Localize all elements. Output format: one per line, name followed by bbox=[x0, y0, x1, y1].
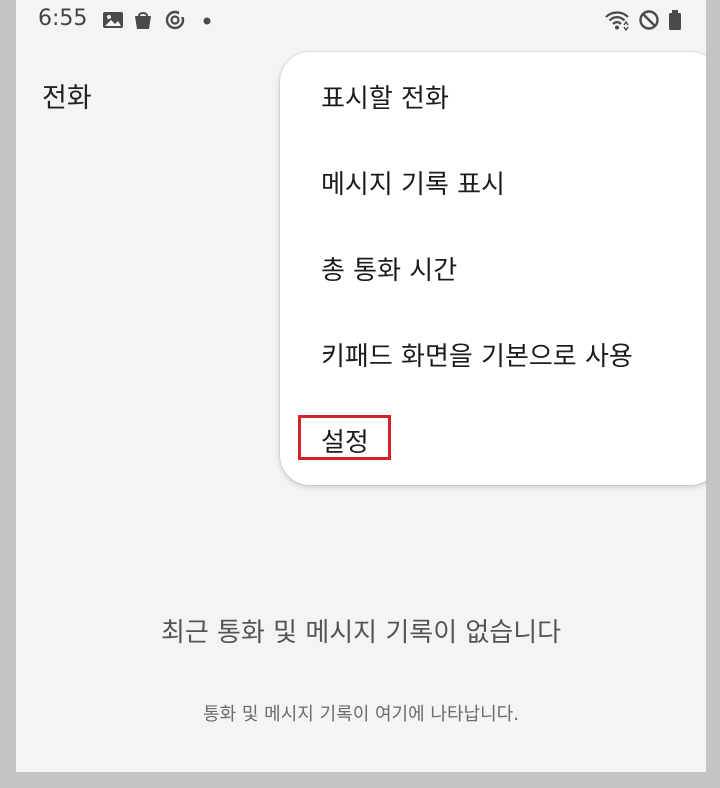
page-title: 전화 bbox=[42, 83, 92, 114]
empty-state-subtitle: 통화 및 메시지 기록이 여기에 나타납니다. bbox=[203, 704, 519, 725]
menu-item-total-call-time[interactable]: 총 통화 시간 bbox=[280, 224, 706, 310]
menu-item-label: 키패드 화면을 기본으로 사용 bbox=[321, 342, 633, 372]
status-bar: 6:55 bbox=[16, 0, 706, 42]
do-not-disturb-icon bbox=[639, 10, 659, 30]
menu-item-label: 표시할 전화 bbox=[321, 84, 449, 114]
battery-icon bbox=[669, 10, 681, 30]
phone-screen: 6:55 전화 최근 통화 및 메시지 기록이 없습니다 통화 및 메시지 기록… bbox=[16, 0, 706, 772]
menu-item-label: 총 통화 시간 bbox=[321, 256, 458, 286]
shopping-bag-icon bbox=[135, 12, 151, 29]
menu-item-settings[interactable]: 설정 bbox=[280, 396, 706, 482]
gallery-icon bbox=[103, 12, 123, 28]
sync-icon bbox=[165, 10, 185, 30]
wifi-icon bbox=[605, 11, 629, 31]
overflow-menu: 표시할 전화 메시지 기록 표시 총 통화 시간 키패드 화면을 기본으로 사용… bbox=[280, 52, 706, 485]
status-time: 6:55 bbox=[38, 6, 88, 31]
empty-state-title: 최근 통화 및 메시지 기록이 없습니다 bbox=[160, 618, 562, 648]
menu-item-label: 설정 bbox=[321, 428, 369, 458]
dot-icon bbox=[203, 17, 211, 25]
menu-item-keypad-default[interactable]: 키패드 화면을 기본으로 사용 bbox=[280, 310, 706, 396]
menu-item-show-message-history[interactable]: 메시지 기록 표시 bbox=[280, 138, 706, 224]
menu-item-label: 메시지 기록 표시 bbox=[321, 170, 505, 200]
menu-item-display-calls[interactable]: 표시할 전화 bbox=[280, 52, 706, 138]
